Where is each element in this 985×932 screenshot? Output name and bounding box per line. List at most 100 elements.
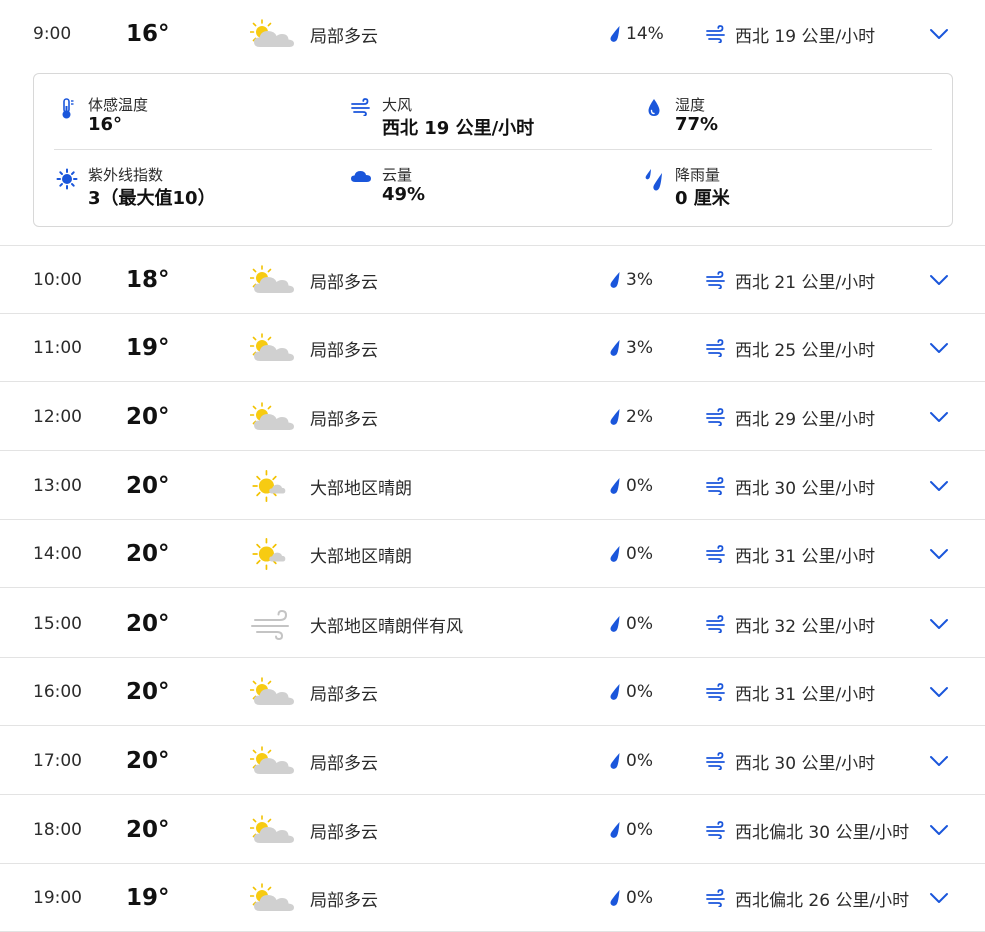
hour-wind: 西北 32 公里/小时 bbox=[705, 590, 875, 658]
hour-precip: 3% bbox=[609, 246, 653, 314]
hour-precip: 14% bbox=[609, 0, 664, 68]
wind-icon bbox=[705, 545, 727, 563]
wind-text: 西北 30 公里/小时 bbox=[735, 478, 876, 499]
precip-text: 0% bbox=[626, 888, 653, 908]
hour-condition: 大部地区晴朗 bbox=[310, 546, 412, 567]
hour-wind: 西北 30 公里/小时 bbox=[705, 452, 875, 520]
precip-text: 3% bbox=[626, 270, 653, 290]
partly-cloudy-icon bbox=[250, 314, 298, 382]
hour-wind: 西北 31 公里/小时 bbox=[705, 520, 875, 588]
humidity-drop-icon bbox=[641, 98, 667, 124]
chevron-down-icon bbox=[929, 618, 949, 630]
hour-precip: 0% bbox=[609, 658, 653, 726]
precip-drop-icon bbox=[609, 683, 621, 701]
wind-text: 西北 31 公里/小时 bbox=[735, 546, 876, 567]
hour-temperature: 20° bbox=[126, 611, 170, 637]
hour-temperature: 20° bbox=[126, 817, 170, 843]
uv-sun-icon bbox=[54, 168, 80, 194]
hour-row[interactable]: 10:00 18° 局部多云 3% 西北 21 公里/小时 bbox=[0, 246, 985, 314]
hour-time: 11:00 bbox=[33, 338, 82, 358]
wind-icon bbox=[705, 683, 727, 701]
hour-temperature: 19° bbox=[126, 335, 170, 361]
expand-chevron-button[interactable] bbox=[929, 727, 949, 795]
wind-icon bbox=[705, 477, 727, 495]
hour-row[interactable]: 13:00 20° 大部地区晴朗 0% 西北 30 公里/小时 bbox=[0, 452, 985, 520]
chevron-down-icon bbox=[929, 480, 949, 492]
wind-icon bbox=[348, 98, 374, 124]
hour-row[interactable]: 15:00 20° 大部地区晴朗伴有风 0% 西北 32 公里/小时 bbox=[0, 590, 985, 658]
hour-row[interactable]: 12:00 20° 局部多云 2% 西北 29 公里/小时 bbox=[0, 383, 985, 451]
chevron-down-icon bbox=[929, 411, 949, 423]
precip-drop-icon bbox=[609, 408, 621, 426]
hour-wind: 西北 25 公里/小时 bbox=[705, 314, 875, 382]
hour-temperature: 16° bbox=[126, 21, 170, 47]
hour-condition: 局部多云 bbox=[310, 409, 378, 430]
expand-chevron-button[interactable] bbox=[929, 452, 949, 520]
chevron-down-icon bbox=[929, 28, 949, 40]
hour-wind: 西北 21 公里/小时 bbox=[705, 246, 875, 314]
expand-chevron-button[interactable] bbox=[929, 246, 949, 314]
hour-time: 16:00 bbox=[33, 682, 82, 702]
hour-precip: 0% bbox=[609, 520, 653, 588]
partly-cloudy-icon bbox=[250, 0, 298, 68]
expand-chevron-button[interactable] bbox=[929, 383, 949, 451]
hour-row[interactable]: 18:00 20° 局部多云 0% 西北偏北 30 公里/小时 bbox=[0, 796, 985, 864]
hour-row[interactable]: 9:00 16° 局部多云 14% 西北 19 公里/小时 体感温度 16° 大… bbox=[0, 0, 985, 246]
precip-text: 2% bbox=[626, 407, 653, 427]
detail-divider bbox=[54, 149, 932, 150]
hour-temperature: 20° bbox=[126, 404, 170, 430]
wind-text: 西北 30 公里/小时 bbox=[735, 753, 876, 774]
hour-condition: 局部多云 bbox=[310, 272, 378, 293]
hour-condition: 局部多云 bbox=[310, 340, 378, 361]
hour-time: 12:00 bbox=[33, 407, 82, 427]
wind-icon bbox=[705, 615, 727, 633]
wind-text: 西北 19 公里/小时 bbox=[735, 26, 876, 47]
rain-icon bbox=[641, 168, 667, 194]
hour-row[interactable]: 14:00 20° 大部地区晴朗 0% 西北 31 公里/小时 bbox=[0, 520, 985, 588]
hourly-forecast-list: 9:00 16° 局部多云 14% 西北 19 公里/小时 体感温度 16° 大… bbox=[0, 0, 985, 932]
expand-chevron-button[interactable] bbox=[929, 590, 949, 658]
partly-cloudy-icon bbox=[250, 796, 298, 864]
wind-icon bbox=[705, 339, 727, 357]
hour-temperature: 20° bbox=[126, 748, 170, 774]
expand-chevron-button[interactable] bbox=[929, 0, 949, 68]
hour-time: 9:00 bbox=[33, 24, 72, 44]
hour-time: 10:00 bbox=[33, 270, 82, 290]
hour-wind: 西北 29 公里/小时 bbox=[705, 383, 875, 451]
chevron-down-icon bbox=[929, 686, 949, 698]
hour-precip: 2% bbox=[609, 383, 653, 451]
hour-precip: 0% bbox=[609, 727, 653, 795]
hour-precip: 3% bbox=[609, 314, 653, 382]
partly-cloudy-icon bbox=[250, 383, 298, 451]
wind-icon bbox=[705, 271, 727, 289]
chevron-down-icon bbox=[929, 755, 949, 767]
hour-time: 18:00 bbox=[33, 820, 82, 840]
hour-row[interactable]: 17:00 20° 局部多云 0% 西北 30 公里/小时 bbox=[0, 727, 985, 795]
precip-drop-icon bbox=[609, 339, 621, 357]
expand-chevron-button[interactable] bbox=[929, 314, 949, 382]
wind-icon bbox=[705, 408, 727, 426]
wind-icon bbox=[705, 752, 727, 770]
wind-text: 西北 21 公里/小时 bbox=[735, 272, 876, 293]
wind-text: 西北偏北 30 公里/小时 bbox=[735, 822, 910, 843]
wind-text: 西北 32 公里/小时 bbox=[735, 616, 876, 637]
precip-text: 0% bbox=[626, 820, 653, 840]
precip-text: 0% bbox=[626, 751, 653, 771]
precip-text: 14% bbox=[626, 24, 664, 44]
expand-chevron-button[interactable] bbox=[929, 796, 949, 864]
hour-condition: 局部多云 bbox=[310, 684, 378, 705]
hour-row[interactable]: 11:00 19° 局部多云 3% 西北 25 公里/小时 bbox=[0, 314, 985, 382]
wind-icon bbox=[705, 889, 727, 907]
precip-text: 0% bbox=[626, 476, 653, 496]
chevron-down-icon bbox=[929, 892, 949, 904]
expand-chevron-button[interactable] bbox=[929, 658, 949, 726]
expand-chevron-button[interactable] bbox=[929, 520, 949, 588]
precip-drop-icon bbox=[609, 615, 621, 633]
precip-text: 0% bbox=[626, 682, 653, 702]
partly-cloudy-icon bbox=[250, 658, 298, 726]
hour-temperature: 20° bbox=[126, 679, 170, 705]
precip-drop-icon bbox=[609, 25, 621, 43]
hour-wind: 西北 31 公里/小时 bbox=[705, 658, 875, 726]
chevron-down-icon bbox=[929, 274, 949, 286]
hour-row[interactable]: 16:00 20° 局部多云 0% 西北 31 公里/小时 bbox=[0, 658, 985, 726]
